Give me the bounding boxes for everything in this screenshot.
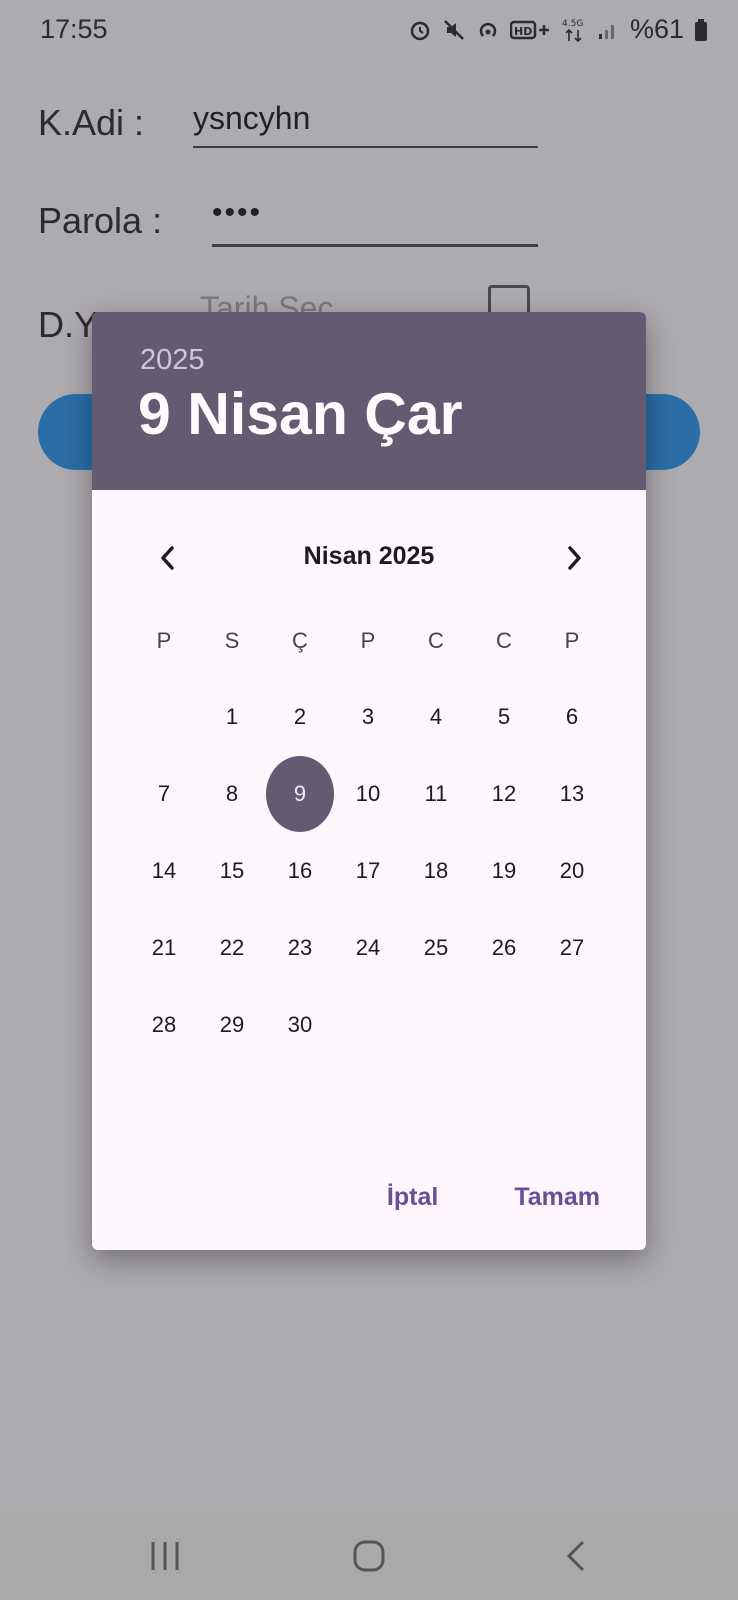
day-number: 24: [355, 934, 381, 960]
day-cell[interactable]: 11: [402, 755, 470, 832]
day-cell[interactable]: 12: [470, 755, 538, 832]
weekday-label: P: [564, 628, 580, 653]
day-number: 17: [355, 857, 381, 883]
cancel-button[interactable]: İptal: [387, 1183, 438, 1212]
day-cell[interactable]: 15: [198, 832, 266, 909]
date-picker-header: 2025 9 Nisan Çar: [92, 312, 646, 490]
day-number: 6: [565, 703, 579, 729]
system-navigation-bar: [0, 1512, 738, 1600]
selected-day[interactable]: 9: [266, 755, 334, 832]
weekday-label: P: [360, 628, 376, 653]
day-number: 2: [293, 703, 307, 729]
day-number: 22: [219, 934, 245, 960]
ok-button[interactable]: Tamam: [514, 1183, 600, 1212]
weekday-label: C: [496, 628, 512, 653]
day-number: 20: [559, 857, 585, 883]
day-number: 19: [491, 857, 517, 883]
weekday-label: C: [428, 628, 444, 653]
recent-apps-icon[interactable]: [148, 1540, 182, 1572]
weekday-label: Ç: [292, 628, 308, 653]
day-cell[interactable]: 26: [470, 909, 538, 986]
day-number: 3: [361, 703, 375, 729]
day-number: 27: [559, 934, 585, 960]
day-number: 4: [429, 703, 443, 729]
day-cell[interactable]: 8: [198, 755, 266, 832]
day-cell[interactable]: 25: [402, 909, 470, 986]
day-number: 13: [559, 780, 585, 806]
day-cell[interactable]: 23: [266, 909, 334, 986]
day-cell[interactable]: 27: [538, 909, 606, 986]
day-number: 28: [151, 1011, 177, 1037]
chevron-left-icon: [161, 546, 174, 570]
day-cell[interactable]: 6: [538, 678, 606, 755]
day-number: 12: [491, 780, 517, 806]
day-number: 5: [497, 703, 511, 729]
day-cell[interactable]: 30: [266, 986, 334, 1063]
day-cell[interactable]: 24: [334, 909, 402, 986]
day-cell[interactable]: 16: [266, 832, 334, 909]
day-number: 10: [355, 780, 381, 806]
day-cell[interactable]: 17: [334, 832, 402, 909]
day-cell[interactable]: 28: [130, 986, 198, 1063]
day-cell[interactable]: 29: [198, 986, 266, 1063]
day-cell[interactable]: 22: [198, 909, 266, 986]
day-number: 11: [424, 780, 448, 806]
header-selected-date: 9 Nisan Çar: [138, 381, 463, 447]
day-cell[interactable]: 21: [130, 909, 198, 986]
day-number: 8: [225, 780, 239, 806]
weekday-header-row: PSÇPCCP: [130, 628, 606, 654]
day-cell[interactable]: 1: [198, 678, 266, 755]
day-number: 29: [219, 1011, 245, 1037]
day-cell[interactable]: 3: [334, 678, 402, 755]
day-number: 25: [423, 934, 449, 960]
day-number: 14: [151, 857, 177, 883]
weekday-label: S: [224, 628, 240, 653]
chevron-right-icon: [568, 546, 581, 570]
day-cell[interactable]: 7: [130, 755, 198, 832]
previous-month-button[interactable]: [144, 534, 192, 582]
day-number: 26: [491, 934, 517, 960]
dialog-actions: İptal Tamam: [387, 1183, 600, 1212]
day-cell[interactable]: 18: [402, 832, 470, 909]
day-number: 15: [219, 857, 245, 883]
date-picker-dialog: 2025 9 Nisan Çar Nisan 2025 PSÇPCCP 1234…: [92, 312, 646, 1250]
day-cell[interactable]: 19: [470, 832, 538, 909]
header-year[interactable]: 2025: [140, 344, 205, 377]
day-cell[interactable]: 2: [266, 678, 334, 755]
day-cell[interactable]: 4: [402, 678, 470, 755]
weekday-label: P: [156, 628, 172, 653]
empty-day-cell: [130, 678, 198, 755]
next-month-button[interactable]: [550, 534, 598, 582]
home-icon[interactable]: [352, 1540, 386, 1572]
day-cell[interactable]: 13: [538, 755, 606, 832]
day-cell[interactable]: 20: [538, 832, 606, 909]
month-navigation: Nisan 2025: [92, 534, 646, 582]
day-number: 16: [287, 857, 313, 883]
days-grid: 1 2 3 4 5 6 7 8 9 10 11 12 13 14 15 16 17 18 19 20 21 22 23 24 2…: [130, 678, 606, 1063]
day-number: 30: [287, 1011, 313, 1037]
day-number: 21: [151, 934, 177, 960]
day-cell[interactable]: 5: [470, 678, 538, 755]
back-icon[interactable]: [563, 1540, 589, 1572]
day-number: 9: [266, 755, 334, 832]
day-number: 18: [423, 857, 449, 883]
day-number: 1: [225, 703, 239, 729]
day-cell[interactable]: 10: [334, 755, 402, 832]
day-number: 23: [287, 934, 313, 960]
day-number: 7: [157, 780, 171, 806]
day-cell[interactable]: 14: [130, 832, 198, 909]
